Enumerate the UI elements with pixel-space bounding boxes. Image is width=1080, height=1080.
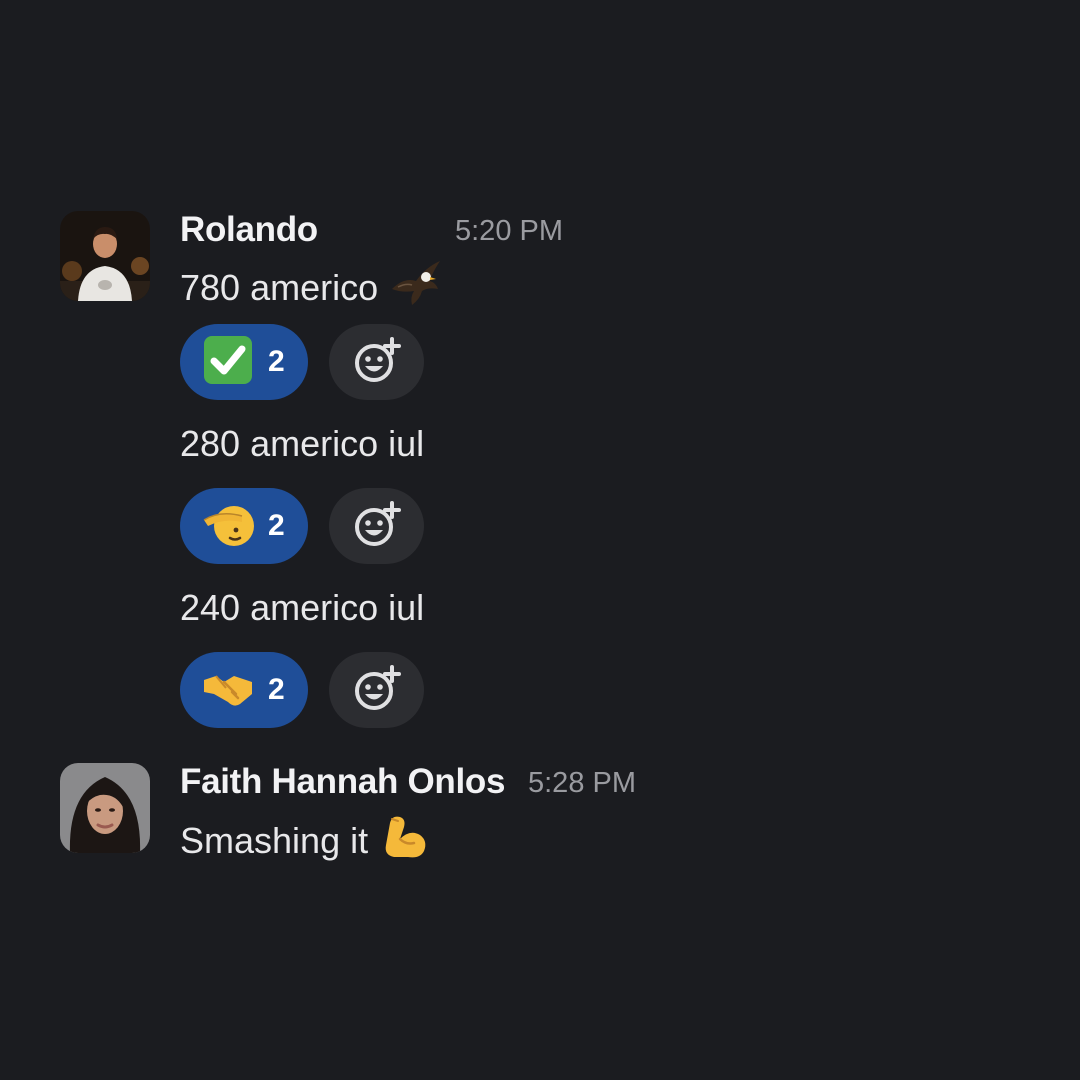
saluting-face-icon [202, 498, 254, 555]
message-text: 780 americo [180, 259, 442, 316]
message-line: Smashing it [180, 819, 369, 861]
reaction-count: 2 [268, 345, 285, 378]
reaction-handshake[interactable]: 2 [180, 652, 308, 728]
author-name[interactable]: Faith Hannah Onlos [180, 762, 505, 802]
reaction-count: 2 [268, 509, 285, 542]
message-line: 280 americo iul [180, 423, 425, 464]
author-name[interactable]: Rolando [180, 210, 318, 250]
add-reaction-button[interactable] [329, 488, 424, 564]
chat-view: Rolando 5:20 PM 780 americo 2 280 americ… [0, 0, 1080, 1080]
reaction-count: 2 [268, 673, 285, 706]
message-text: 280 americo iul [180, 423, 424, 465]
timestamp[interactable]: 5:28 PM [528, 767, 636, 800]
message-line: 240 americo iul [180, 587, 425, 628]
add-reaction-icon [352, 335, 402, 390]
message-text: Smashing it [180, 811, 430, 870]
flexed-biceps-icon [380, 811, 430, 870]
timestamp[interactable]: 5:20 PM [455, 215, 563, 248]
add-reaction-icon [352, 663, 402, 718]
add-reaction-icon [352, 499, 402, 554]
eagle-icon [390, 259, 442, 316]
avatar-faith-hannah-onlos[interactable] [60, 763, 150, 853]
add-reaction-button[interactable] [329, 652, 424, 728]
check-mark-button-icon [202, 334, 254, 391]
avatar-rolando[interactable] [60, 211, 150, 301]
handshake-icon [202, 662, 254, 719]
reaction-check-mark[interactable]: 2 [180, 324, 308, 400]
message-text: 240 americo iul [180, 587, 424, 629]
add-reaction-button[interactable] [329, 324, 424, 400]
message-line: 780 americo [180, 266, 379, 308]
reaction-saluting-face[interactable]: 2 [180, 488, 308, 564]
